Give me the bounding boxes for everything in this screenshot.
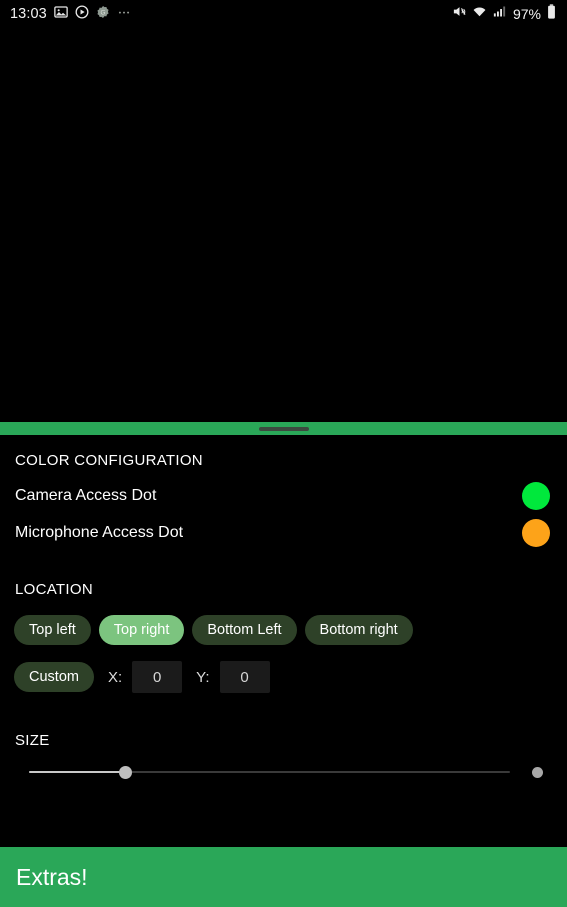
mute-vibrate-icon xyxy=(452,4,467,24)
size-slider-fill xyxy=(29,771,126,773)
dot-overlay-preview-area[interactable] xyxy=(0,28,567,422)
size-header: SIZE xyxy=(15,732,50,749)
custom-y-label: Y: xyxy=(196,668,210,686)
google-assistant-icon: G xyxy=(96,5,110,24)
microphone-access-dot-label: Microphone Access Dot xyxy=(15,523,184,541)
camera-access-dot-label: Camera Access Dot xyxy=(15,486,157,504)
status-bar-right-group: 97% xyxy=(452,4,557,24)
custom-y-input[interactable] xyxy=(219,661,270,693)
location-chip-custom[interactable]: Custom xyxy=(14,662,94,692)
location-chip-top-right[interactable]: Top right xyxy=(98,615,185,645)
size-slider-row[interactable] xyxy=(0,758,567,788)
record-circle-icon xyxy=(75,5,89,24)
drag-handle[interactable] xyxy=(258,426,309,431)
location-chip-bottom-left[interactable]: Bottom Left xyxy=(192,615,297,645)
custom-location-row: Custom X: Y: xyxy=(14,661,270,693)
size-preview-dot xyxy=(532,767,543,778)
svg-text:G: G xyxy=(100,9,105,16)
status-clock: 13:03 xyxy=(10,5,47,22)
size-slider-track[interactable] xyxy=(29,771,510,773)
location-header: LOCATION xyxy=(15,581,93,598)
custom-x-label: X: xyxy=(107,668,123,686)
wifi-icon xyxy=(472,4,487,24)
more-ellipsis-icon xyxy=(117,5,131,24)
location-chip-top-left[interactable]: Top left xyxy=(14,615,91,645)
camera-access-dot-color-swatch[interactable] xyxy=(522,481,550,510)
camera-access-dot-row[interactable]: Camera Access Dot xyxy=(0,477,567,514)
bottom-sheet-handle-bar[interactable] xyxy=(0,422,567,435)
location-chip-bottom-right[interactable]: Bottom right xyxy=(304,615,413,645)
location-chip-row: Top left Top right Bottom Left Bottom ri… xyxy=(14,615,413,645)
size-slider-thumb[interactable] xyxy=(118,766,132,779)
battery-percent-label: 97% xyxy=(512,6,541,22)
status-bar-left-group: 13:03 G xyxy=(10,5,131,24)
battery-icon xyxy=(546,4,557,24)
custom-x-input[interactable] xyxy=(132,661,183,693)
image-icon xyxy=(54,5,68,24)
microphone-access-dot-color-swatch[interactable] xyxy=(522,518,550,547)
color-configuration-header: COLOR CONFIGURATION xyxy=(15,452,203,469)
cellular-signal-icon xyxy=(492,4,507,24)
extras-label: Extras! xyxy=(16,863,88,890)
status-bar: 13:03 G 97% xyxy=(0,0,567,28)
extras-bar[interactable]: Extras! xyxy=(0,847,567,907)
microphone-access-dot-row[interactable]: Microphone Access Dot xyxy=(0,514,567,551)
